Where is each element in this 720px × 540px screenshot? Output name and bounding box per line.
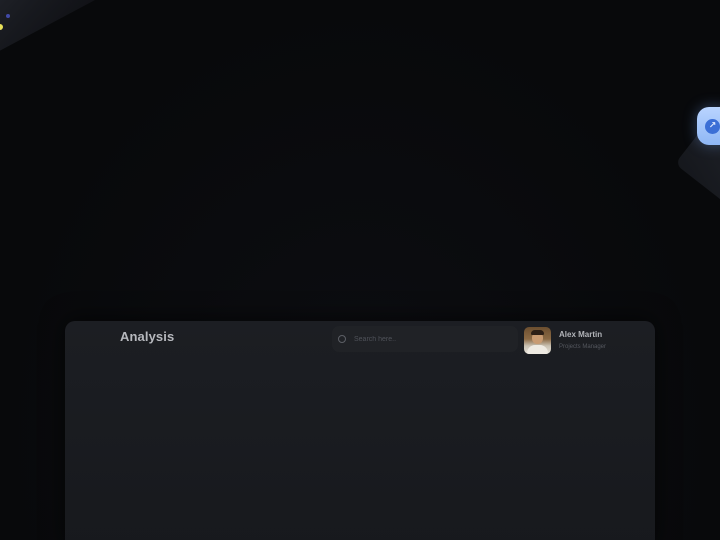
user-name: Alex Martin <box>559 329 603 339</box>
dashboard-panel: Analysis Alex Martin Projects Manager <box>65 321 655 540</box>
panel-header: Analysis Alex Martin Projects Manager <box>65 321 655 361</box>
app-background: ↗ Analysis Alex Martin Projects Manager <box>0 0 720 540</box>
decorative-dot-blue <box>6 14 10 18</box>
floating-badge[interactable]: ↗ <box>697 107 720 145</box>
decorative-shard-top-left <box>0 0 100 55</box>
search-input[interactable] <box>354 335 504 343</box>
arrow-icon: ↗ <box>705 118 720 134</box>
avatar[interactable] <box>524 326 551 354</box>
search-icon <box>338 335 346 343</box>
user-profile[interactable]: Alex Martin Projects Manager <box>524 325 606 355</box>
user-role: Projects Manager <box>559 343 607 350</box>
user-info: Alex Martin Projects Manager <box>559 329 606 352</box>
search-bar[interactable] <box>332 326 518 352</box>
page-title: Analysis <box>120 329 175 344</box>
